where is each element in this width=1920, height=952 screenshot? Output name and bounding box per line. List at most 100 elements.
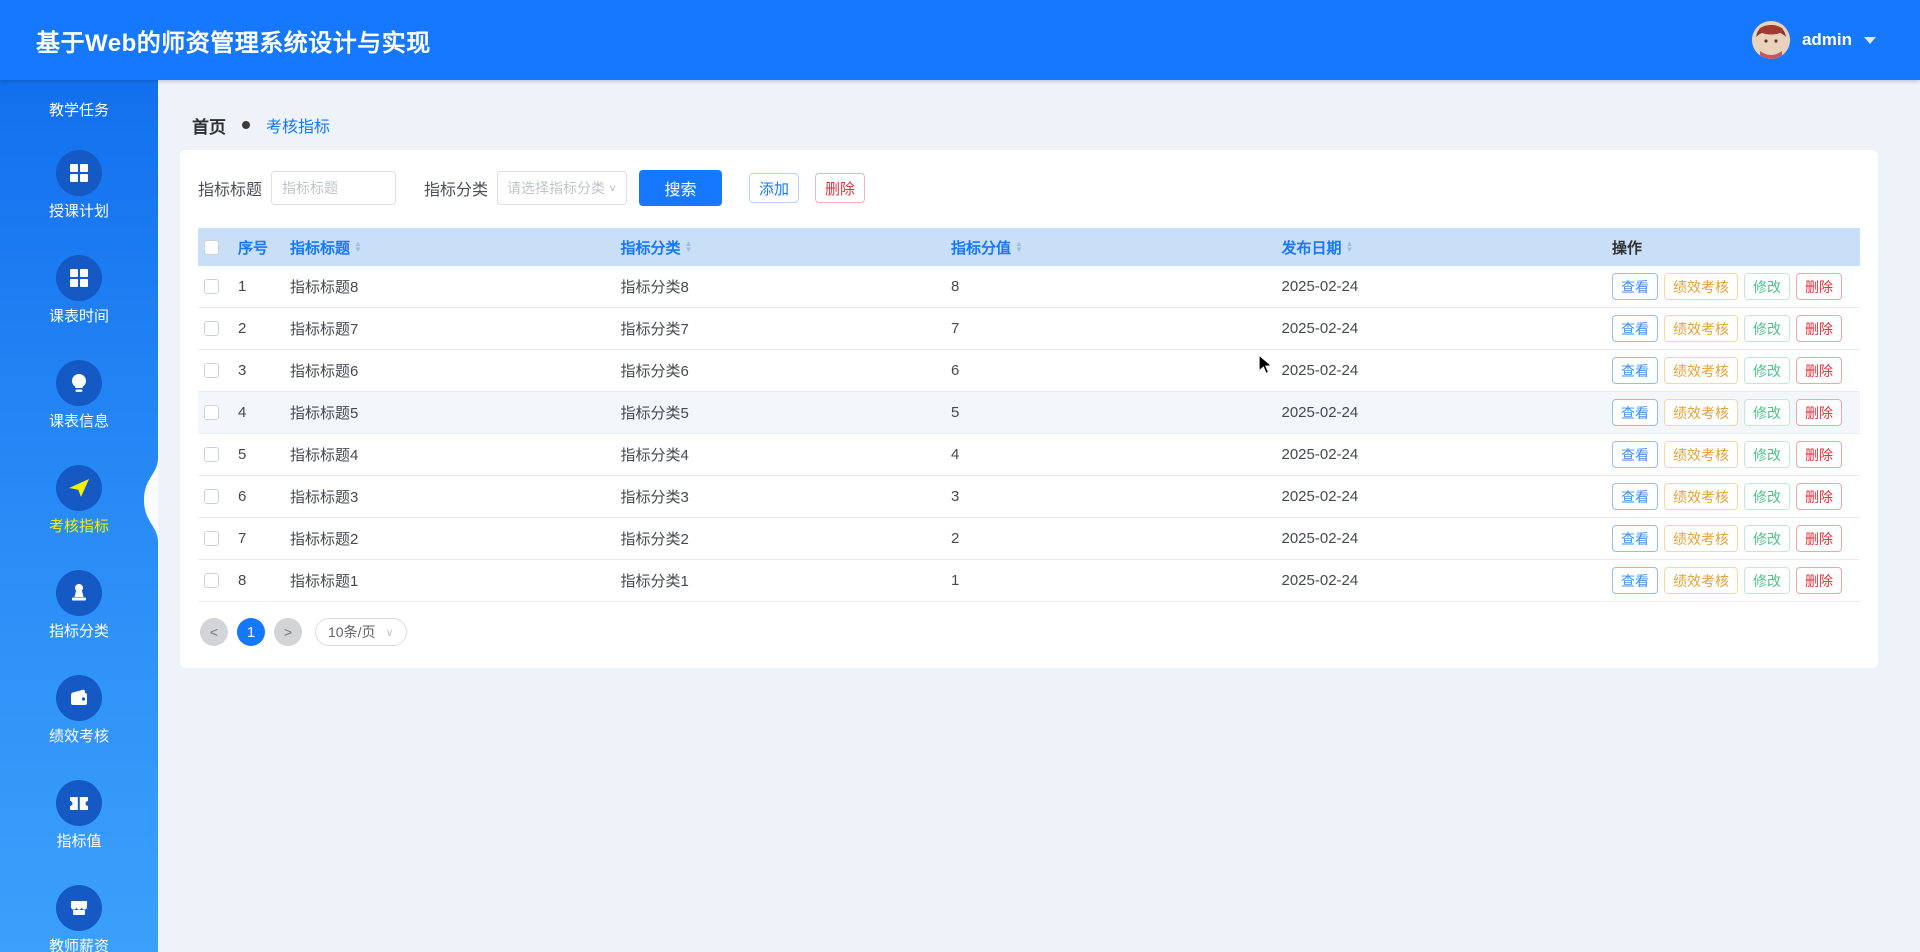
page-size-select[interactable]: 10条/页 ∨ [315, 618, 407, 646]
cell-date: 2025-02-24 [1282, 572, 1613, 589]
col-header-category[interactable]: 指标分类▲▼ [621, 237, 952, 258]
row-checkbox[interactable] [204, 405, 219, 420]
col-header-title[interactable]: 指标标题▲▼ [290, 237, 621, 258]
sort-icons[interactable]: ▲▼ [685, 241, 693, 253]
sidebar-item-assessment-indicators[interactable]: 考核指标 [49, 465, 109, 535]
delete-row-button[interactable]: 删除 [1796, 441, 1842, 468]
row-checkbox[interactable] [204, 489, 219, 504]
delete-button[interactable]: 删除 [815, 173, 865, 203]
row-checkbox[interactable] [204, 531, 219, 546]
delete-row-button[interactable]: 删除 [1796, 273, 1842, 300]
edit-button[interactable]: 修改 [1744, 357, 1790, 384]
title-filter-input[interactable] [271, 171, 396, 205]
cell-category: 指标分类5 [621, 402, 952, 423]
sidebar: 教学任务 授课计划 课表时间 课表信息 考核指标 [0, 80, 158, 952]
sidebar-item-label: 考核指标 [49, 518, 109, 535]
cell-index: 6 [238, 488, 290, 505]
sidebar-item-label: 授课计划 [49, 203, 109, 220]
cell-score: 6 [951, 362, 1282, 379]
sidebar-item-teaching-tasks[interactable]: 教学任务 [49, 102, 109, 120]
perf-review-button[interactable]: 绩效考核 [1664, 483, 1738, 510]
edit-button[interactable]: 修改 [1744, 273, 1790, 300]
content-card: 指标标题 指标分类 请选择指标分类 ∨ 搜索 添加 删除 序号 指标标题▲▼ 指 [180, 150, 1878, 668]
row-checkbox[interactable] [204, 363, 219, 378]
sidebar-item-timetable-time[interactable]: 课表时间 [49, 255, 109, 325]
grid-icon [56, 150, 102, 196]
row-checkbox[interactable] [204, 279, 219, 294]
delete-row-button[interactable]: 删除 [1796, 483, 1842, 510]
ticket-icon [56, 780, 102, 826]
sidebar-item-performance-review[interactable]: 绩效考核 [49, 675, 109, 745]
view-button[interactable]: 查看 [1612, 357, 1658, 384]
perf-review-button[interactable]: 绩效考核 [1664, 399, 1738, 426]
cell-score: 8 [951, 278, 1282, 295]
delete-row-button[interactable]: 删除 [1796, 399, 1842, 426]
col-header-date[interactable]: 发布日期▲▼ [1282, 237, 1613, 258]
breadcrumb-home[interactable]: 首页 [192, 113, 226, 138]
view-button[interactable]: 查看 [1612, 315, 1658, 342]
view-button[interactable]: 查看 [1612, 441, 1658, 468]
sidebar-item-teacher-salary[interactable]: 教师薪资 [49, 885, 109, 952]
edit-button[interactable]: 修改 [1744, 483, 1790, 510]
avatar[interactable] [1752, 21, 1790, 59]
cell-title: 指标标题4 [290, 444, 621, 465]
sidebar-item-indicator-category[interactable]: 指标分类 [49, 570, 109, 640]
perf-review-button[interactable]: 绩效考核 [1664, 525, 1738, 552]
sort-icons[interactable]: ▲▼ [1015, 241, 1023, 253]
view-button[interactable]: 查看 [1612, 399, 1658, 426]
perf-review-button[interactable]: 绩效考核 [1664, 357, 1738, 384]
cell-score: 1 [951, 572, 1282, 589]
category-filter-label: 指标分类 [424, 176, 488, 200]
delete-row-button[interactable]: 删除 [1796, 315, 1842, 342]
sidebar-item-label: 课表信息 [49, 413, 109, 430]
pagination: < 1 > 10条/页 ∨ [198, 618, 1860, 646]
search-button[interactable]: 搜索 [639, 170, 722, 206]
view-button[interactable]: 查看 [1612, 525, 1658, 552]
cell-date: 2025-02-24 [1282, 488, 1613, 505]
row-checkbox[interactable] [204, 573, 219, 588]
col-header-index[interactable]: 序号 [238, 237, 290, 258]
stamp-icon [56, 570, 102, 616]
prev-page-button[interactable]: < [200, 618, 228, 646]
cell-category: 指标分类2 [621, 528, 952, 549]
perf-review-button[interactable]: 绩效考核 [1664, 567, 1738, 594]
edit-button[interactable]: 修改 [1744, 315, 1790, 342]
sidebar-item-indicator-value[interactable]: 指标值 [56, 780, 102, 850]
perf-review-button[interactable]: 绩效考核 [1664, 273, 1738, 300]
view-button[interactable]: 查看 [1612, 567, 1658, 594]
edit-button[interactable]: 修改 [1744, 399, 1790, 426]
col-header-score[interactable]: 指标分值▲▼ [951, 237, 1282, 258]
view-button[interactable]: 查看 [1612, 273, 1658, 300]
sort-icons[interactable]: ▲▼ [1346, 241, 1354, 253]
table-row: 6 指标标题3 指标分类3 3 2025-02-24 查看绩效考核修改删除 [198, 476, 1860, 518]
bulb-icon [56, 360, 102, 406]
user-menu[interactable]: admin [1752, 21, 1876, 59]
username[interactable]: admin [1802, 30, 1852, 50]
sort-icons[interactable]: ▲▼ [354, 241, 362, 253]
cell-index: 3 [238, 362, 290, 379]
add-button[interactable]: 添加 [749, 173, 799, 203]
row-checkbox[interactable] [204, 321, 219, 336]
category-filter-select[interactable]: 请选择指标分类 ∨ [497, 171, 627, 205]
delete-row-button[interactable]: 删除 [1796, 567, 1842, 594]
edit-button[interactable]: 修改 [1744, 567, 1790, 594]
cell-title: 指标标题5 [290, 402, 621, 423]
sidebar-item-lesson-plan[interactable]: 授课计划 [49, 150, 109, 220]
breadcrumb: 首页 考核指标 [180, 115, 1878, 135]
delete-row-button[interactable]: 删除 [1796, 357, 1842, 384]
sidebar-item-timetable-info[interactable]: 课表信息 [49, 360, 109, 430]
perf-review-button[interactable]: 绩效考核 [1664, 441, 1738, 468]
view-button[interactable]: 查看 [1612, 483, 1658, 510]
edit-button[interactable]: 修改 [1744, 441, 1790, 468]
select-all-checkbox[interactable] [204, 240, 219, 255]
row-checkbox[interactable] [204, 447, 219, 462]
table-row: 2 指标标题7 指标分类7 7 2025-02-24 查看绩效考核修改删除 [198, 308, 1860, 350]
next-page-button[interactable]: > [274, 618, 302, 646]
edit-button[interactable]: 修改 [1744, 525, 1790, 552]
sidebar-item-label: 指标分类 [49, 623, 109, 640]
page-1-button[interactable]: 1 [237, 618, 265, 646]
delete-row-button[interactable]: 删除 [1796, 525, 1842, 552]
chevron-down-icon: ∨ [608, 182, 617, 193]
cell-category: 指标分类8 [621, 276, 952, 297]
perf-review-button[interactable]: 绩效考核 [1664, 315, 1738, 342]
